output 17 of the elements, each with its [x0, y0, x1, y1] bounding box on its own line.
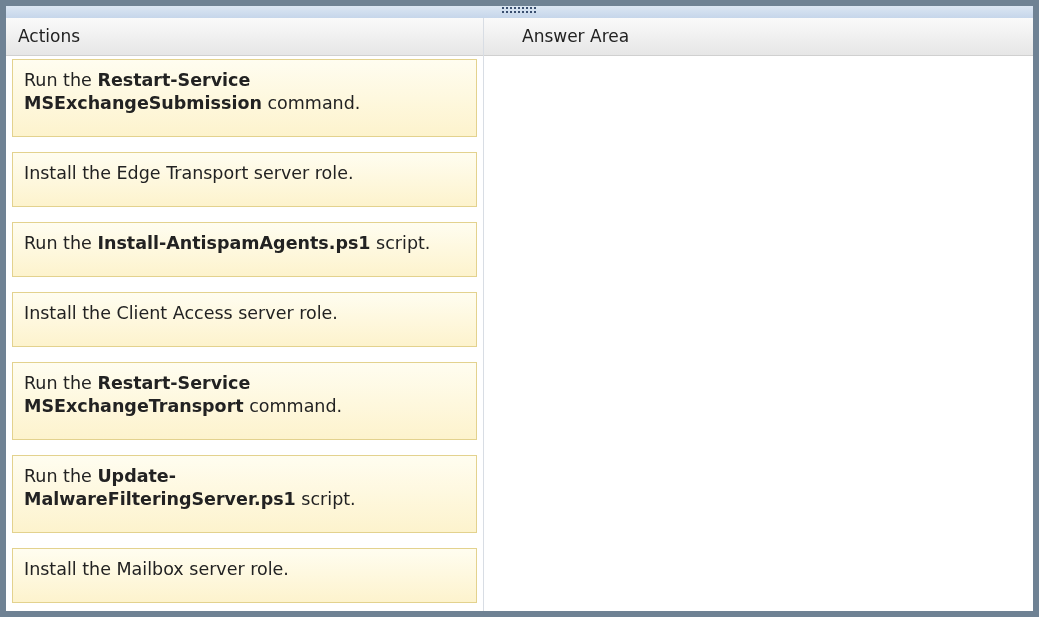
action-text: Install the Mailbox server role. — [24, 558, 290, 581]
action-card[interactable]: Install the Edge Transport server role. — [12, 152, 477, 207]
panel-title: Actions — [18, 24, 81, 48]
action-text: Run the Install-AntispamAgents.ps1 script. — [24, 232, 432, 255]
action-card[interactable]: Run the Update-MalwareFilteringServer.ps1 script. — [12, 455, 477, 533]
action-text: Run the Restart-Service MSExchangeSubmission command. — [24, 69, 362, 115]
action-text: Run the Update-MalwareFilteringServer.ps1 script. — [24, 465, 357, 511]
action-card[interactable]: Run the Restart-Service MSExchangeTransport command. — [12, 362, 477, 440]
action-card[interactable]: Run the Restart-Service MSExchangeSubmission command. — [12, 59, 477, 137]
action-text: Run the Restart-Service MSExchangeTransport command. — [24, 372, 344, 418]
action-card[interactable]: Install the Client Access server role. — [12, 292, 477, 347]
action-card[interactable]: Run the Install-AntispamAgents.ps1 script. — [12, 222, 477, 277]
action-text: Install the Client Access server role. — [24, 302, 339, 325]
action-text: Install the Edge Transport server role. — [24, 162, 355, 185]
action-card[interactable]: Install the Mailbox server role. — [12, 548, 477, 603]
panel-title: Answer Area — [522, 24, 630, 48]
grip-icon[interactable] — [500, 7, 539, 14]
